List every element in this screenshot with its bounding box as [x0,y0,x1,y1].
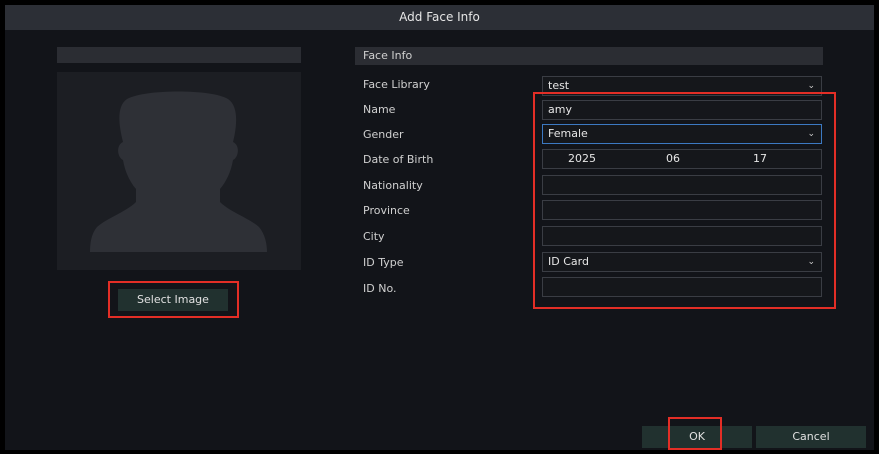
name-label: Name [363,103,396,116]
dob-day[interactable]: 17 [753,150,767,168]
city-input[interactable] [542,226,822,246]
date-of-birth-field[interactable]: 2025 06 17 [542,149,822,169]
select-image-button[interactable]: Select Image [118,289,228,311]
nationality-input[interactable] [542,175,822,195]
id-type-value: ID Card [548,255,589,268]
gender-label: Gender [363,128,404,141]
nationality-label: Nationality [363,179,423,192]
face-info-section-header: Face Info [355,47,823,65]
province-input[interactable] [542,200,822,220]
id-type-select[interactable]: ID Card ⌄ [542,252,822,272]
ok-button[interactable]: OK [642,426,752,448]
city-label: City [363,230,385,243]
dob-month[interactable]: 06 [666,150,680,168]
add-face-info-dialog: Add Face Info Select Image Face Info Fac… [5,5,874,450]
face-library-label: Face Library [363,78,430,91]
person-silhouette-icon [90,91,267,252]
id-no-input[interactable] [542,277,822,297]
date-of-birth-label: Date of Birth [363,153,434,166]
chevron-down-icon: ⌄ [807,81,815,91]
chevron-down-icon: ⌄ [807,257,815,267]
chevron-down-icon: ⌄ [807,129,815,139]
dialog-title: Add Face Info [5,5,874,30]
id-type-label: ID Type [363,256,404,269]
province-label: Province [363,204,410,217]
name-input[interactable]: amy [542,100,822,120]
photo-header-bar [57,47,301,63]
face-library-value: test [548,79,570,92]
face-photo-placeholder [57,72,301,270]
face-library-select[interactable]: test ⌄ [542,76,822,96]
cancel-button[interactable]: Cancel [756,426,866,448]
gender-select[interactable]: Female ⌄ [542,124,822,144]
name-value: amy [548,103,572,116]
gender-value: Female [548,127,588,140]
dob-year[interactable]: 2025 [568,150,596,168]
id-no-label: ID No. [363,282,397,295]
